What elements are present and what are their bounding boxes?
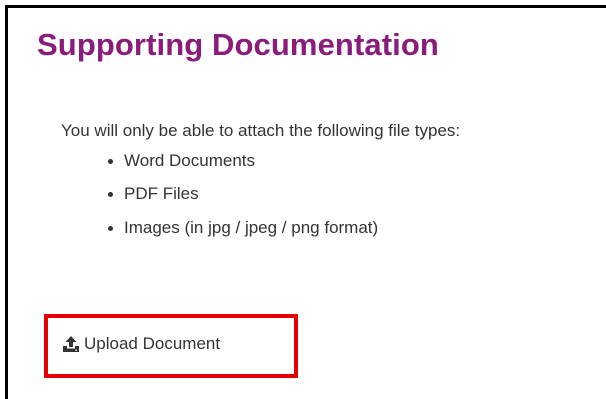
section-title: Supporting Documentation: [37, 27, 439, 62]
list-item: Word Documents: [107, 151, 256, 170]
upload-icon: [62, 335, 80, 353]
upload-document-label: Upload Document: [84, 334, 221, 353]
upload-document-button[interactable]: Upload Document: [62, 331, 220, 357]
list-item: PDF Files: [108, 184, 199, 203]
list-item: Images (in jpg / jpeg / png format): [107, 218, 379, 237]
file-types-intro: You will only be able to attach the foll…: [61, 121, 461, 140]
